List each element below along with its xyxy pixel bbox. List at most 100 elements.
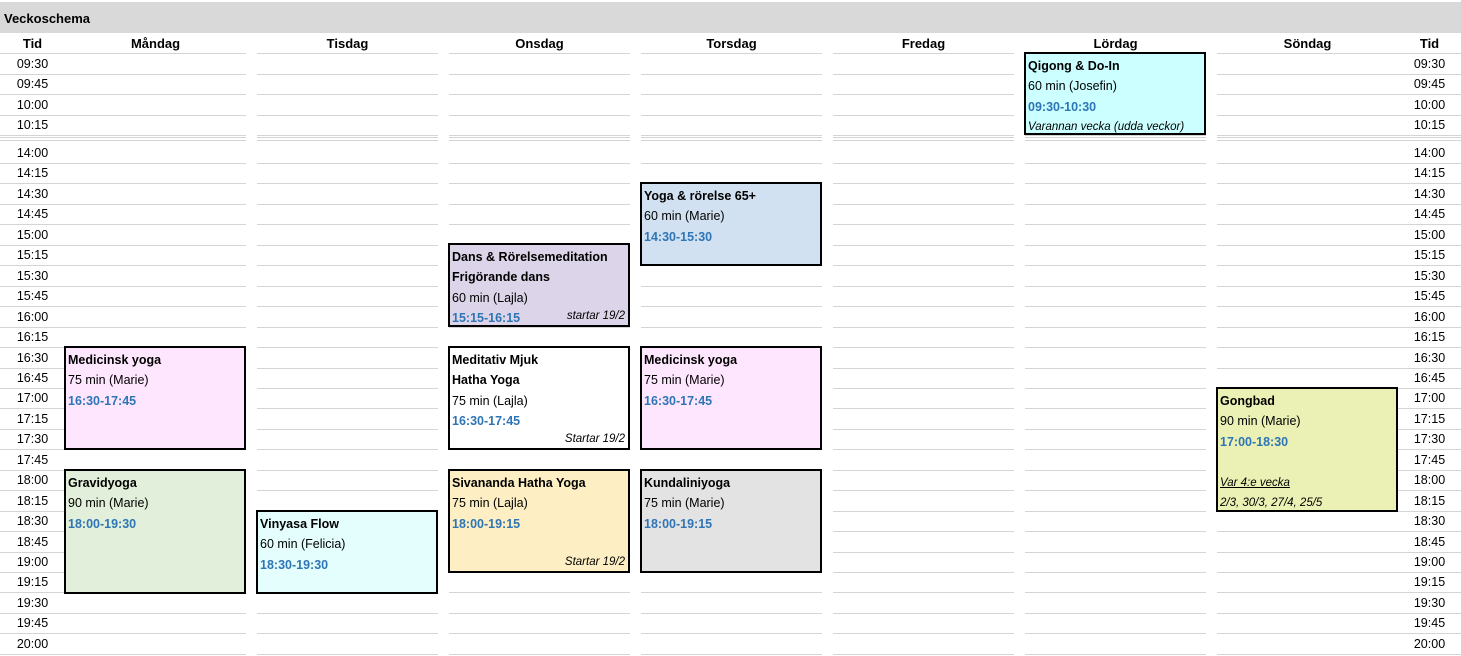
time-label-right: 10:00 — [1413, 98, 1446, 112]
row-divider — [1217, 592, 1398, 593]
row-divider — [65, 204, 246, 205]
row-divider — [641, 135, 822, 136]
time-label-right: 10:15 — [1413, 118, 1446, 132]
row-divider — [1217, 572, 1398, 573]
time-label-right: 18:15 — [1413, 494, 1446, 508]
row-divider — [257, 306, 438, 307]
row-divider — [257, 368, 438, 369]
time-label-right: 18:45 — [1413, 535, 1446, 549]
break-divider — [641, 137, 822, 138]
class-thursday-medicinsk-yoga[interactable]: Medicinsk yoga 75 min (Marie) 16:30-17:4… — [640, 346, 822, 450]
row-divider — [65, 613, 246, 614]
row-divider — [257, 327, 438, 328]
class-title: Sivananda Hatha Yoga — [452, 476, 586, 490]
row-divider — [449, 613, 630, 614]
row-divider — [65, 224, 246, 225]
time-label-right: 15:30 — [1413, 269, 1446, 283]
class-time: 18:00-19:30 — [68, 516, 137, 531]
row-divider — [1025, 286, 1206, 287]
header-time-right: Tid — [1419, 36, 1440, 51]
class-info: 60 min (Josefin) — [1028, 79, 1117, 94]
row-divider — [1217, 654, 1398, 655]
row-divider — [833, 286, 1014, 287]
row-divider — [833, 74, 1014, 75]
row-divider — [1217, 265, 1398, 266]
header-saturday: Lördag — [1093, 36, 1138, 51]
row-divider — [449, 633, 630, 634]
class-time: 09:30-10:30 — [1028, 99, 1097, 114]
class-title: Qigong & Do-In — [1028, 59, 1120, 73]
header-thursday: Torsdag — [706, 36, 757, 51]
row-divider — [1025, 531, 1206, 532]
row-divider — [65, 265, 246, 266]
time-label-left: 18:45 — [16, 535, 49, 549]
time-label-right: 17:00 — [1413, 391, 1446, 405]
row-divider — [257, 183, 438, 184]
row-divider — [1025, 613, 1206, 614]
header-friday: Fredag — [901, 36, 946, 51]
class-time: 18:00-19:15 — [644, 516, 713, 531]
row-divider — [833, 327, 1014, 328]
row-divider — [833, 53, 1014, 54]
class-title: Gravidyoga — [68, 476, 137, 490]
time-label-left: 19:45 — [16, 616, 49, 630]
class-info: 60 min (Felicia) — [260, 537, 346, 552]
column-gutter — [438, 34, 448, 656]
class-title: Medicinsk yoga — [68, 353, 162, 367]
row-divider — [449, 74, 630, 75]
row-divider — [65, 94, 246, 95]
row-divider — [65, 115, 246, 116]
row-divider — [1217, 163, 1398, 164]
time-label-left: 15:45 — [16, 289, 49, 303]
class-thursday-kundaliniyoga[interactable]: Kundaliniyoga 75 min (Marie) 18:00-19:15 — [640, 469, 822, 573]
break-divider — [833, 137, 1014, 138]
class-wednesday-dans-rorelsemeditation[interactable]: Dans & Rörelsemeditation Frigörande dans… — [448, 243, 630, 327]
time-label-right: 20:00 — [1413, 637, 1446, 651]
row-divider — [1217, 531, 1398, 532]
row-divider — [257, 633, 438, 634]
time-label-left: 16:15 — [16, 330, 49, 344]
row-divider — [833, 633, 1014, 634]
class-subtitle: Hatha Yoga — [452, 373, 520, 388]
time-label-right: 16:00 — [1413, 310, 1446, 324]
class-sunday-gongbad[interactable]: Gongbad 90 min (Marie) 17:00-18:30 Var 4… — [1216, 387, 1398, 512]
class-info: 75 min (Marie) — [68, 373, 149, 388]
row-divider — [833, 388, 1014, 389]
row-divider — [1217, 115, 1398, 116]
row-divider — [833, 115, 1014, 116]
class-info: 75 min (Marie) — [644, 373, 725, 388]
class-monday-gravidyoga[interactable]: Gravidyoga 90 min (Marie) 18:00-19:30 — [64, 469, 246, 594]
break-divider — [0, 137, 65, 138]
time-label-right: 17:15 — [1413, 412, 1446, 426]
row-divider — [449, 163, 630, 164]
time-label-right: 15:15 — [1413, 248, 1446, 262]
row-divider — [257, 449, 438, 450]
class-monday-medicinsk-yoga[interactable]: Medicinsk yoga 75 min (Marie) 16:30-17:4… — [64, 346, 246, 450]
class-tuesday-vinyasa-flow[interactable]: Vinyasa Flow 60 min (Felicia) 18:30-19:3… — [256, 510, 438, 594]
time-label-left: 18:00 — [16, 473, 49, 487]
row-divider — [257, 224, 438, 225]
row-divider — [833, 245, 1014, 246]
class-time: 16:30-17:45 — [68, 393, 137, 408]
row-divider — [257, 388, 438, 389]
row-divider — [1025, 490, 1206, 491]
class-time: 14:30-15:30 — [644, 229, 713, 244]
row-divider — [833, 531, 1014, 532]
class-saturday-qigong-do-in[interactable]: Qigong & Do-In 60 min (Josefin) 09:30-10… — [1024, 52, 1206, 135]
row-divider — [257, 429, 438, 430]
row-divider — [1025, 388, 1206, 389]
row-divider — [449, 135, 630, 136]
class-note: startar 19/2 — [566, 310, 625, 322]
class-note-frequency: Var 4:e vecka — [1220, 476, 1290, 489]
class-wednesday-sivananda-hatha-yoga[interactable]: Sivananda Hatha Yoga 75 min (Lajla) 18:0… — [448, 469, 630, 573]
break-divider — [833, 140, 1014, 141]
row-divider — [1025, 633, 1206, 634]
row-divider — [833, 224, 1014, 225]
time-label-left: 20:00 — [16, 637, 49, 651]
class-thursday-yoga-rorelse-65[interactable]: Yoga & rörelse 65+ 60 min (Marie) 14:30-… — [640, 182, 822, 266]
row-divider — [1217, 94, 1398, 95]
row-divider — [641, 74, 822, 75]
class-wednesday-meditativ-mjuk-hatha-yoga[interactable]: Meditativ Mjuk Hatha Yoga 75 min (Lajla)… — [448, 346, 630, 450]
row-divider — [1025, 347, 1206, 348]
time-label-left: 19:00 — [16, 555, 49, 569]
